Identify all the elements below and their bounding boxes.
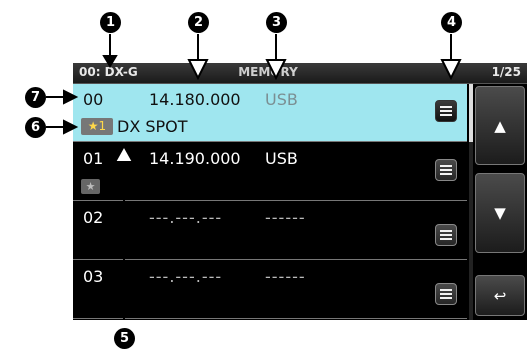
callout-3: 3 bbox=[266, 12, 287, 33]
callout-arrows bbox=[46, 34, 462, 320]
callout-5: 5 bbox=[114, 328, 135, 349]
callout-6: 6 bbox=[25, 117, 46, 138]
callout-1: 1 bbox=[100, 12, 121, 33]
callout-2: 2 bbox=[188, 12, 209, 33]
callout-7: 7 bbox=[25, 87, 46, 108]
callout-4: 4 bbox=[441, 12, 462, 33]
